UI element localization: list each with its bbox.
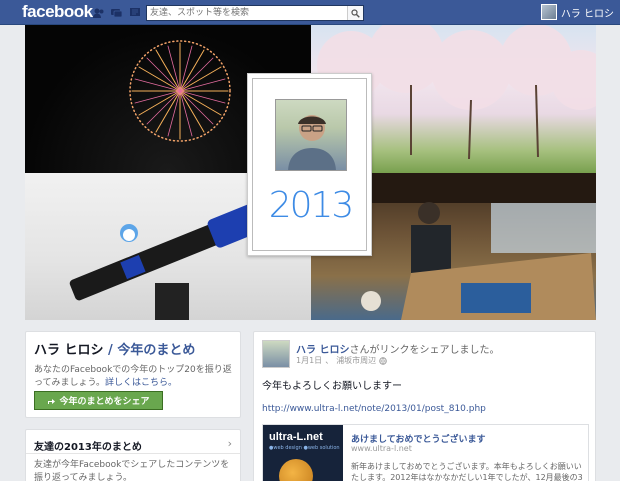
chevron-right-icon[interactable]: › [228, 437, 232, 450]
profile-photo [275, 99, 347, 171]
summary-description: あなたのFacebookでの今年のトップ20を振り返ってみましょう。詳しくはこち… [34, 365, 232, 388]
post-location[interactable]: 浦坂市周辺 [336, 355, 376, 366]
post-url-link[interactable]: http://www.ultra-l.net/note/2013/01/post… [262, 404, 486, 414]
notifications-icon[interactable] [128, 6, 141, 19]
avatar[interactable] [262, 340, 290, 368]
planet-graphic [279, 459, 313, 481]
year-summary-card: ハラ ヒロシ / 今年のまとめ あなたのFacebookでの今年のトップ20を振… [25, 331, 241, 418]
divider [26, 453, 240, 454]
year-label: 2013 [268, 185, 355, 226]
top-bar: facebook ハラ ヒロシ [0, 0, 620, 25]
share-icon [48, 398, 56, 404]
search-input[interactable] [147, 6, 345, 20]
year-badge-card: 2013 [247, 73, 372, 256]
post-header: ハラ ヒロシさんがリンクをシェアしました。 [296, 341, 499, 356]
share-summary-button[interactable]: 今年のまとめをシェア [34, 391, 163, 410]
friend-requests-icon[interactable] [92, 6, 105, 19]
post-date[interactable]: 1月1日 [296, 355, 322, 366]
link-preview-domain: www.ultra-l.net [351, 444, 412, 453]
search-icon [351, 8, 360, 18]
card-title: ハラ ヒロシ / 今年のまとめ [34, 343, 196, 358]
post-meta: 1月1日 、 浦坂市周辺 [296, 355, 387, 366]
link-preview-thumbnail[interactable]: ultra-L.net ●web design ●web solution [263, 425, 343, 481]
ultra-l-logo: ultra-L.net [269, 431, 323, 443]
notification-jewels [92, 6, 141, 19]
search-box [146, 5, 364, 21]
summary-title[interactable]: 今年のまとめ [117, 343, 195, 358]
year-in-review-cover[interactable]: 2013 [25, 25, 596, 320]
shared-link-post: ハラ ヒロシさんがリンクをシェアしました。 1月1日 、 浦坂市周辺 今年もよろ… [253, 331, 596, 481]
post-text: 今年もよろしくお願いしますー [262, 381, 402, 392]
avatar [540, 4, 557, 20]
learn-more-link[interactable]: 詳しくはこちら。 [105, 378, 177, 388]
messages-icon[interactable] [110, 6, 123, 19]
friends-summary-description: 友達が今年Facebookでシェアしたコンテンツを振り返ってみましょう。 [34, 460, 230, 481]
link-preview[interactable]: ultra-L.net ●web design ●web solution あけ… [262, 424, 589, 481]
friends-summary-title: 友達の2013年のまとめ [34, 442, 142, 453]
logo-tagline: ●web design ●web solution [269, 445, 340, 451]
privacy-icon[interactable] [379, 356, 387, 365]
profile-link[interactable]: ハラ ヒロシ [540, 4, 614, 20]
facebook-logo[interactable]: facebook [22, 2, 93, 22]
link-preview-body: 新年あけましておめでとうございます。本年もよろしくお願いいたします。2012年は… [351, 462, 583, 481]
profile-name: ハラ ヒロシ [560, 8, 614, 20]
friends-summary-card[interactable]: 友達の2013年のまとめ › 友達が今年Facebookでシェアしたコンテンツを… [25, 429, 241, 481]
owner-name[interactable]: ハラ ヒロシ [34, 343, 104, 358]
search-button[interactable] [347, 6, 363, 20]
